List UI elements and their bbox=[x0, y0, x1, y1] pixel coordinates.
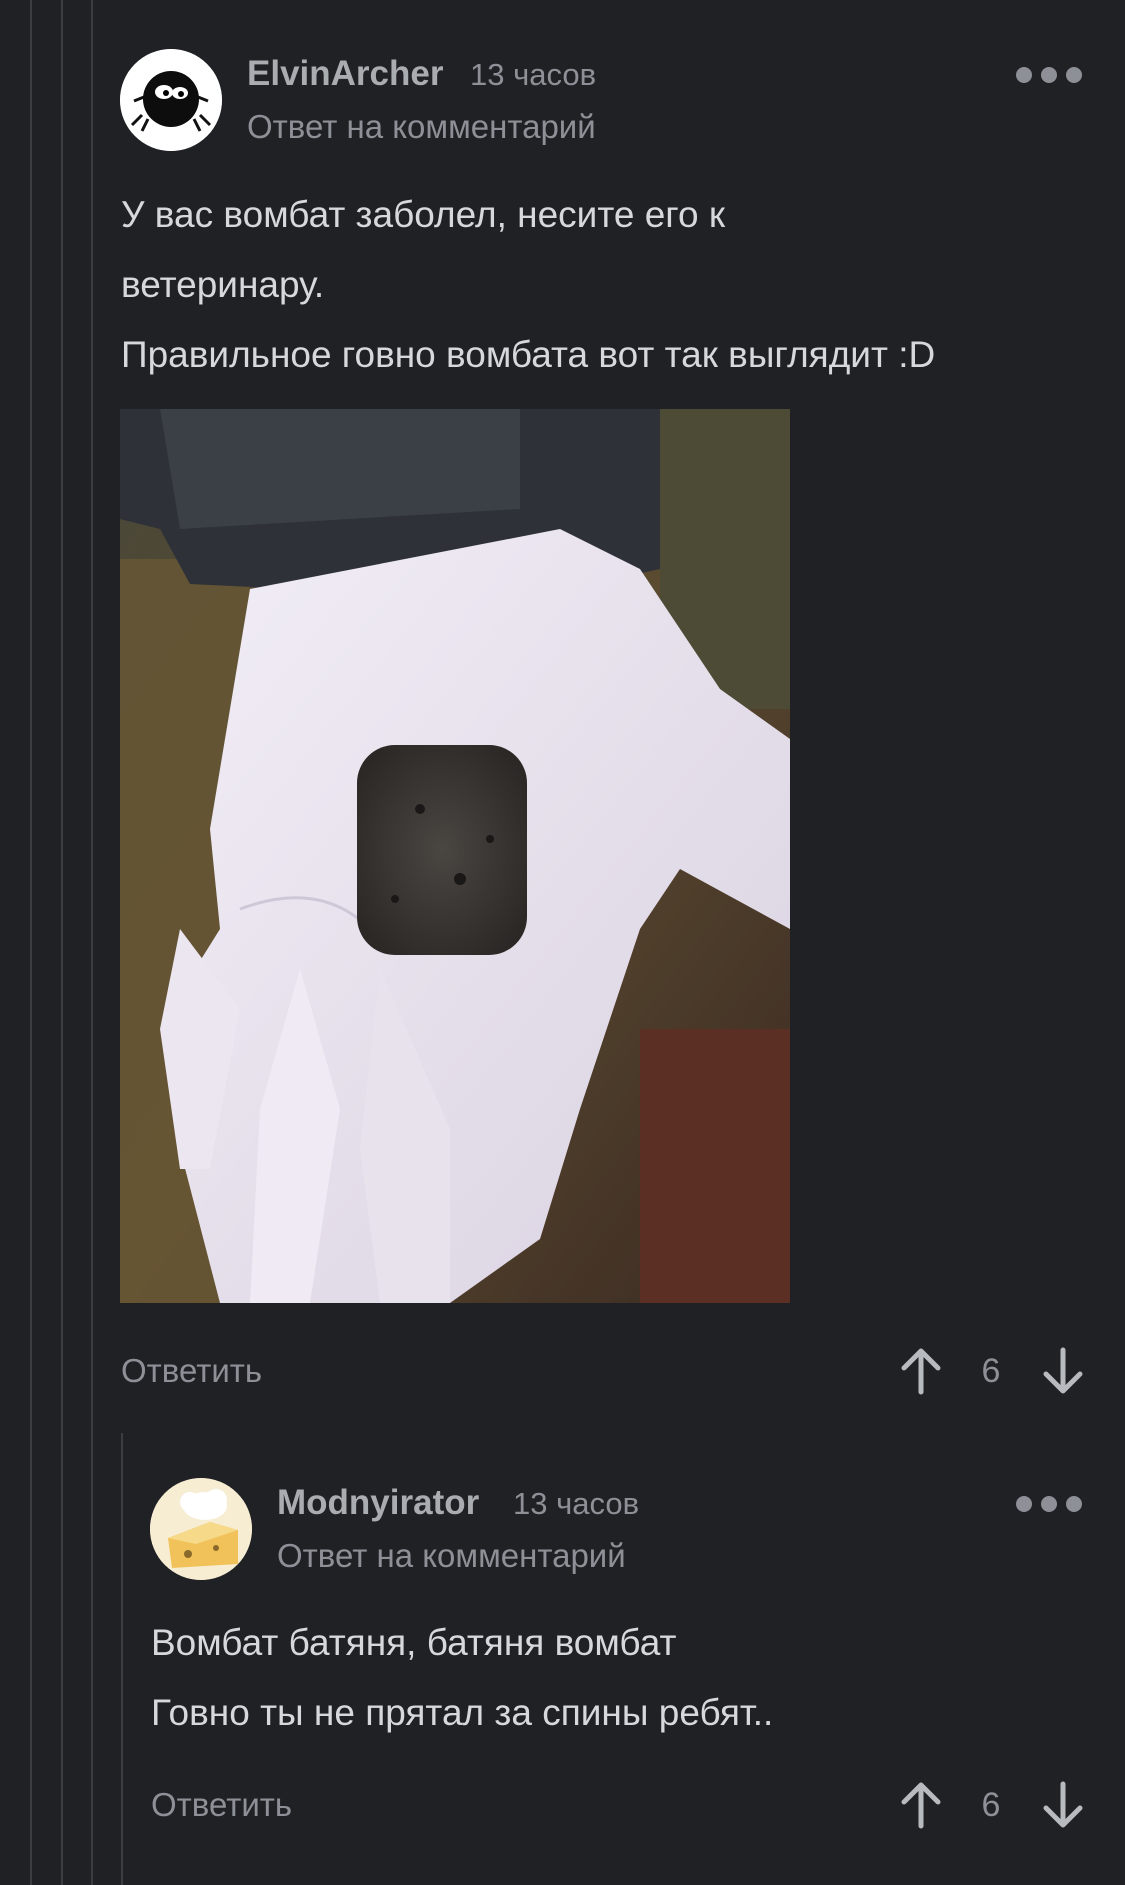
rating-count: 6 bbox=[981, 1786, 1001, 1824]
thread-line-reply bbox=[121, 1433, 123, 1885]
arrow-up-icon[interactable] bbox=[898, 1346, 944, 1396]
thread-line-2 bbox=[61, 0, 63, 1885]
comment-image[interactable] bbox=[120, 409, 790, 1303]
reply-to-link[interactable]: Ответ на комментарий bbox=[277, 1537, 626, 1575]
comment-line: Говно ты не прятал за спины ребят.. bbox=[151, 1692, 774, 1733]
more-dots-icon[interactable] bbox=[1016, 1494, 1082, 1514]
avatar[interactable] bbox=[150, 1478, 252, 1580]
more-dots-icon[interactable] bbox=[1016, 65, 1082, 85]
author-name[interactable]: Modnyirator bbox=[277, 1483, 479, 1523]
comment-line: У вас вомбат заболел, несите его к bbox=[121, 194, 726, 235]
arrow-down-icon[interactable] bbox=[1040, 1780, 1086, 1830]
comment-line: ветеринару. bbox=[121, 264, 325, 305]
avatar[interactable] bbox=[120, 49, 222, 151]
rating-count: 6 bbox=[981, 1352, 1001, 1390]
comment-line: Правильное говно вомбата вот так выгляди… bbox=[121, 334, 936, 375]
reply-button[interactable]: Ответить bbox=[121, 1352, 262, 1390]
comment-line: Вомбат батяня, батяня вомбат bbox=[151, 1622, 677, 1663]
cheese-chef-avatar-icon bbox=[150, 1478, 252, 1580]
reply-button[interactable]: Ответить bbox=[151, 1786, 292, 1824]
author-name[interactable]: ElvinArcher bbox=[247, 54, 443, 94]
arrow-down-icon[interactable] bbox=[1040, 1346, 1086, 1396]
comment-time: 13 часов bbox=[513, 1486, 640, 1521]
thread-line-3 bbox=[91, 0, 93, 1885]
comment-time: 13 часов bbox=[470, 57, 597, 92]
thread-line-1 bbox=[30, 0, 32, 1885]
gloved-hand-photo bbox=[120, 409, 790, 1303]
reply-to-link[interactable]: Ответ на комментарий bbox=[247, 108, 596, 146]
arrow-up-icon[interactable] bbox=[898, 1780, 944, 1830]
spider-avatar-icon bbox=[120, 49, 222, 151]
